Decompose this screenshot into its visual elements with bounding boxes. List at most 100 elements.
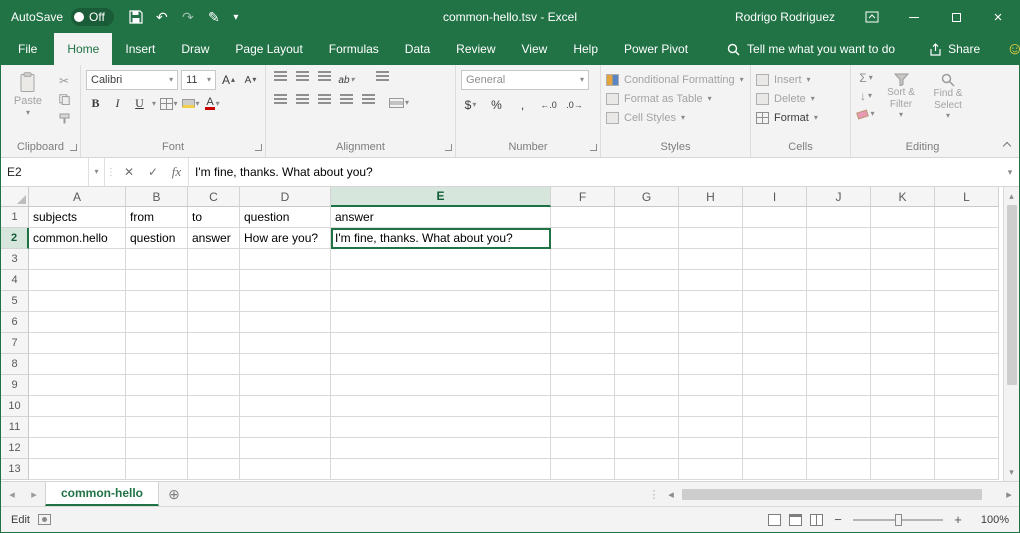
cell-G13[interactable] <box>615 459 679 480</box>
cell-A3[interactable] <box>29 249 126 270</box>
cell-D10[interactable] <box>240 396 331 417</box>
cell-E12[interactable] <box>331 438 551 459</box>
collapse-ribbon-button[interactable] <box>1003 142 1011 150</box>
cell-E9[interactable] <box>331 375 551 396</box>
number-format-combo[interactable]: General ▾ <box>461 70 589 90</box>
row-header-1[interactable]: 1 <box>1 207 29 228</box>
cell-D11[interactable] <box>240 417 331 438</box>
normal-view-icon[interactable] <box>768 514 781 526</box>
column-header-G[interactable]: G <box>615 187 679 207</box>
cell-A5[interactable] <box>29 291 126 312</box>
cell-K9[interactable] <box>871 375 935 396</box>
tab-power-pivot[interactable]: Power Pivot <box>611 33 701 65</box>
user-name[interactable]: Rodrigo Rodriguez <box>735 10 835 24</box>
cell-C4[interactable] <box>188 270 240 291</box>
zoom-handle[interactable] <box>895 514 902 526</box>
cell-I3[interactable] <box>743 249 807 270</box>
increase-indent-button[interactable] <box>359 94 378 113</box>
cell-B10[interactable] <box>126 396 188 417</box>
name-box-caret-icon[interactable]: ▾ <box>94 168 98 176</box>
cell-G11[interactable] <box>615 417 679 438</box>
tell-me-box[interactable]: Tell me what you want to do <box>727 33 895 65</box>
sort-filter-button[interactable]: Sort & Filter ▾ <box>879 70 923 119</box>
close-button[interactable]: × <box>977 1 1019 33</box>
cell-G4[interactable] <box>615 270 679 291</box>
cell-L8[interactable] <box>935 354 999 375</box>
bottom-align-button[interactable] <box>315 71 334 90</box>
cell-E8[interactable] <box>331 354 551 375</box>
cell-E4[interactable] <box>331 270 551 291</box>
cell-F12[interactable] <box>551 438 615 459</box>
cell-D9[interactable] <box>240 375 331 396</box>
grow-font-button[interactable]: A▴ <box>219 71 238 90</box>
cell-C3[interactable] <box>188 249 240 270</box>
cell-E5[interactable] <box>331 291 551 312</box>
horizontal-scrollbar[interactable] <box>681 482 999 506</box>
cell-A4[interactable] <box>29 270 126 291</box>
format-cells-button[interactable]: Format ▾ <box>756 108 845 127</box>
scroll-down-arrow-icon[interactable]: ▾ <box>1009 465 1014 479</box>
comma-format-button[interactable]: , <box>513 95 532 114</box>
cell-F6[interactable] <box>551 312 615 333</box>
redo-button[interactable]: ↷ <box>176 5 200 29</box>
cell-D1[interactable]: question <box>240 207 331 228</box>
share-button[interactable]: Share <box>929 33 980 65</box>
cell-J7[interactable] <box>807 333 871 354</box>
clear-button[interactable]: ▾ <box>856 106 876 122</box>
cell-J10[interactable] <box>807 396 871 417</box>
sheet-nav-right-button[interactable]: ▸ <box>23 482 45 506</box>
row-header-9[interactable]: 9 <box>1 375 29 396</box>
cell-D8[interactable] <box>240 354 331 375</box>
bold-button[interactable]: B <box>86 94 105 113</box>
column-header-K[interactable]: K <box>871 187 935 207</box>
cell-J8[interactable] <box>807 354 871 375</box>
cut-button[interactable]: ✂ <box>53 72 75 89</box>
cell-I12[interactable] <box>743 438 807 459</box>
cell-J11[interactable] <box>807 417 871 438</box>
cell-I4[interactable] <box>743 270 807 291</box>
cell-C2[interactable]: answer <box>188 228 240 249</box>
cell-H3[interactable] <box>679 249 743 270</box>
customize-toolbar-caret-icon[interactable]: ▾ <box>228 5 244 29</box>
cell-G2[interactable] <box>615 228 679 249</box>
cell-G3[interactable] <box>615 249 679 270</box>
horizontal-scroll-thumb[interactable] <box>682 489 982 500</box>
tab-formulas[interactable]: Formulas <box>316 33 392 65</box>
align-right-button[interactable] <box>315 94 334 113</box>
font-color-button[interactable]: A▾ <box>203 94 222 113</box>
cell-B6[interactable] <box>126 312 188 333</box>
align-left-button[interactable] <box>271 94 290 113</box>
cell-K1[interactable] <box>871 207 935 228</box>
cell-L2[interactable] <box>935 228 999 249</box>
insert-cells-button[interactable]: Insert ▾ <box>756 70 845 89</box>
cell-B7[interactable] <box>126 333 188 354</box>
maximize-button[interactable] <box>935 1 977 33</box>
cell-G5[interactable] <box>615 291 679 312</box>
row-header-8[interactable]: 8 <box>1 354 29 375</box>
cell-E13[interactable] <box>331 459 551 480</box>
cell-K6[interactable] <box>871 312 935 333</box>
cell-K3[interactable] <box>871 249 935 270</box>
autosum-button[interactable]: Σ▾ <box>856 70 876 86</box>
tab-draw[interactable]: Draw <box>168 33 222 65</box>
column-header-B[interactable]: B <box>126 187 188 207</box>
column-header-C[interactable]: C <box>188 187 240 207</box>
cell-J4[interactable] <box>807 270 871 291</box>
row-header-12[interactable]: 12 <box>1 438 29 459</box>
cell-D3[interactable] <box>240 249 331 270</box>
cell-F4[interactable] <box>551 270 615 291</box>
cell-D4[interactable] <box>240 270 331 291</box>
fill-color-button[interactable]: ▾ <box>181 94 200 113</box>
cell-F3[interactable] <box>551 249 615 270</box>
tab-home[interactable]: Home <box>54 33 112 65</box>
cell-G6[interactable] <box>615 312 679 333</box>
align-center-button[interactable] <box>293 94 312 113</box>
format-painter-button[interactable] <box>53 110 75 127</box>
currency-format-button[interactable]: $▾ <box>461 95 480 114</box>
cell-A10[interactable] <box>29 396 126 417</box>
cell-L13[interactable] <box>935 459 999 480</box>
cell-F11[interactable] <box>551 417 615 438</box>
increase-decimal-button[interactable]: ←.0 <box>539 95 558 114</box>
cell-H8[interactable] <box>679 354 743 375</box>
cell-K8[interactable] <box>871 354 935 375</box>
